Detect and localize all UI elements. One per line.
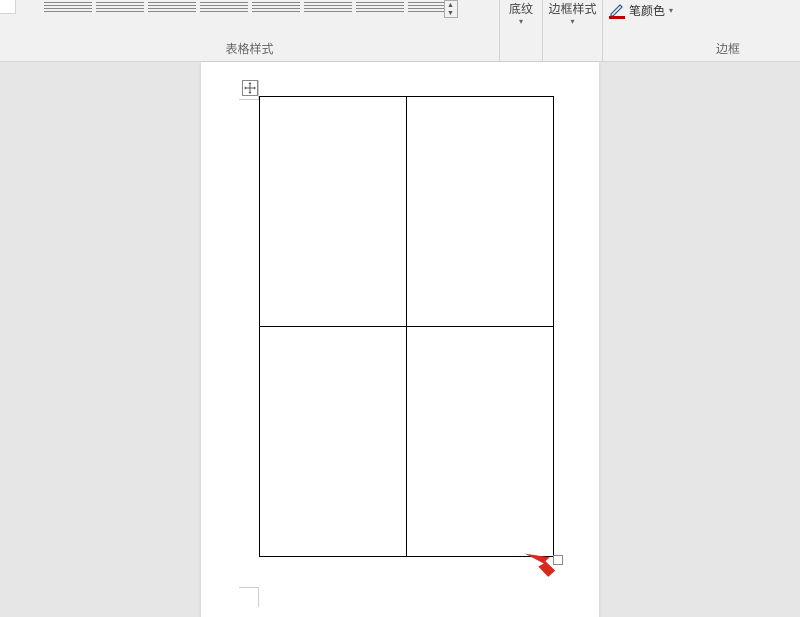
table-styles-group: ▲ ▼ 表格样式 [0, 0, 500, 61]
border-style-group: 边框样式 ▾ [543, 0, 603, 61]
table-style-thumb[interactable] [252, 2, 300, 14]
move-icon [244, 82, 256, 94]
table-cell[interactable] [260, 97, 407, 327]
shading-label: 底纹 [509, 0, 533, 17]
table-styles-label: 表格样式 [0, 40, 499, 57]
table-cell[interactable] [260, 327, 407, 557]
table-move-handle[interactable] [242, 80, 258, 96]
shading-group: 底纹 ▾ [500, 0, 543, 61]
table-style-thumb[interactable] [44, 2, 92, 14]
table-cell[interactable] [407, 327, 554, 557]
table-style-thumb[interactable] [304, 2, 352, 14]
annotation-arrow-icon [524, 548, 558, 582]
chevron-down-icon: ▾ [570, 17, 574, 26]
document-area [0, 62, 800, 600]
ribbon: ▲ ▼ 表格样式 底纹 ▾ 边框样式 ▾ 笔颜色 ▾ 边框 [0, 0, 800, 62]
border-style-button[interactable]: 边框样式 ▾ [543, 0, 602, 26]
table-style-thumb[interactable] [148, 2, 196, 14]
table-style-gallery[interactable]: ▲ ▼ [38, 0, 462, 18]
border-style-label: 边框样式 [548, 0, 596, 17]
table-style-thumb[interactable] [96, 2, 144, 14]
borders-group: 笔颜色 ▾ 边框 [603, 0, 800, 61]
table-style-thumb[interactable] [356, 2, 404, 14]
pen-color-label: 笔颜色 [629, 2, 665, 19]
table-style-thumb[interactable] [200, 2, 248, 14]
shading-button[interactable]: 底纹 ▾ [500, 0, 542, 26]
borders-group-label: 边框 [716, 40, 740, 57]
chevron-down-icon: ▼ [447, 10, 454, 17]
chevron-down-icon: ▾ [669, 6, 673, 15]
table-row [260, 327, 554, 557]
content-table[interactable] [259, 96, 554, 557]
chevron-up-icon: ▲ [447, 2, 454, 9]
chevron-down-icon: ▾ [519, 17, 523, 26]
table-cell[interactable] [407, 97, 554, 327]
pen-color-button[interactable]: 笔颜色 ▾ [609, 2, 794, 19]
pen-icon [609, 3, 625, 19]
margin-corner-mark [239, 587, 259, 607]
gallery-more-button[interactable]: ▲ ▼ [444, 0, 458, 18]
page[interactable] [201, 62, 599, 617]
table-row [260, 97, 554, 327]
